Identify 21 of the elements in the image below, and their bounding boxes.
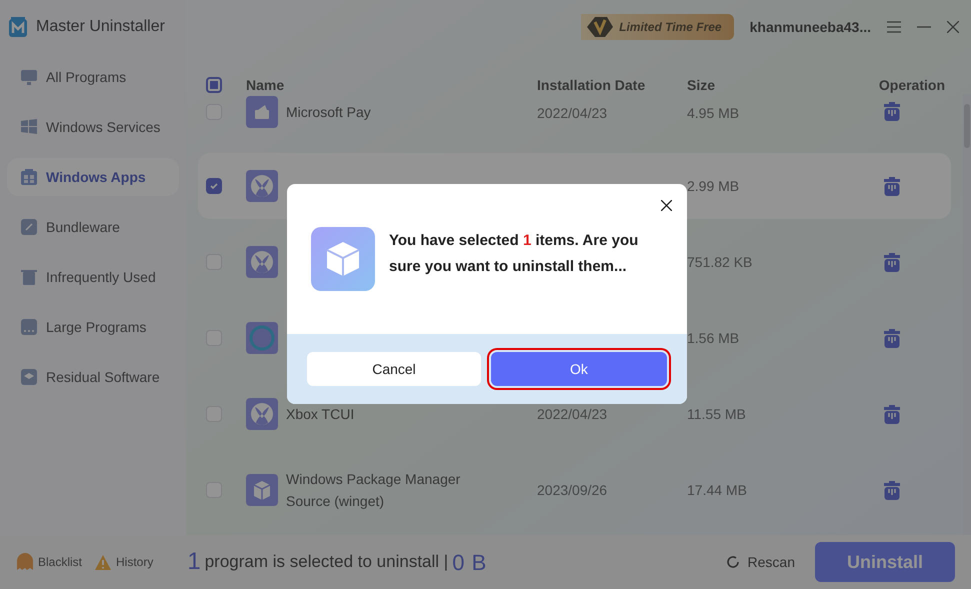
program-name: Windows Package Manager Source (winget) xyxy=(286,470,462,511)
program-size: 17.44 MB xyxy=(687,480,748,500)
program-size: 1.56 MB xyxy=(687,328,740,348)
install-date: 2023/09/26 xyxy=(537,480,608,500)
app-title: Master Uninstaller xyxy=(36,17,165,37)
dialog-message: You have selected 1 items. Are you sure you want to uninstall them... xyxy=(389,231,640,277)
column-header: Operation xyxy=(878,76,945,95)
program-name: Xbox TCUI xyxy=(286,405,356,424)
install-date: 2022/04/23 xyxy=(537,404,608,424)
column-header: Name xyxy=(246,76,286,94)
program-size: 11.55 MB xyxy=(687,404,747,424)
program-name: Microsoft Pay xyxy=(286,103,372,122)
program-size: 751.82 KB xyxy=(687,252,754,272)
column-header: Installation Date xyxy=(537,76,646,94)
program-size: 4.95 MB xyxy=(687,104,740,123)
total-size: 0 B xyxy=(452,548,487,576)
program-size: 2.99 MB xyxy=(687,176,740,196)
selected-count: 1 xyxy=(187,547,201,577)
selection-message: program is selected to uninstall | xyxy=(204,551,448,574)
install-date: 2022/04/23 xyxy=(537,104,608,123)
column-header: Size xyxy=(687,76,716,94)
